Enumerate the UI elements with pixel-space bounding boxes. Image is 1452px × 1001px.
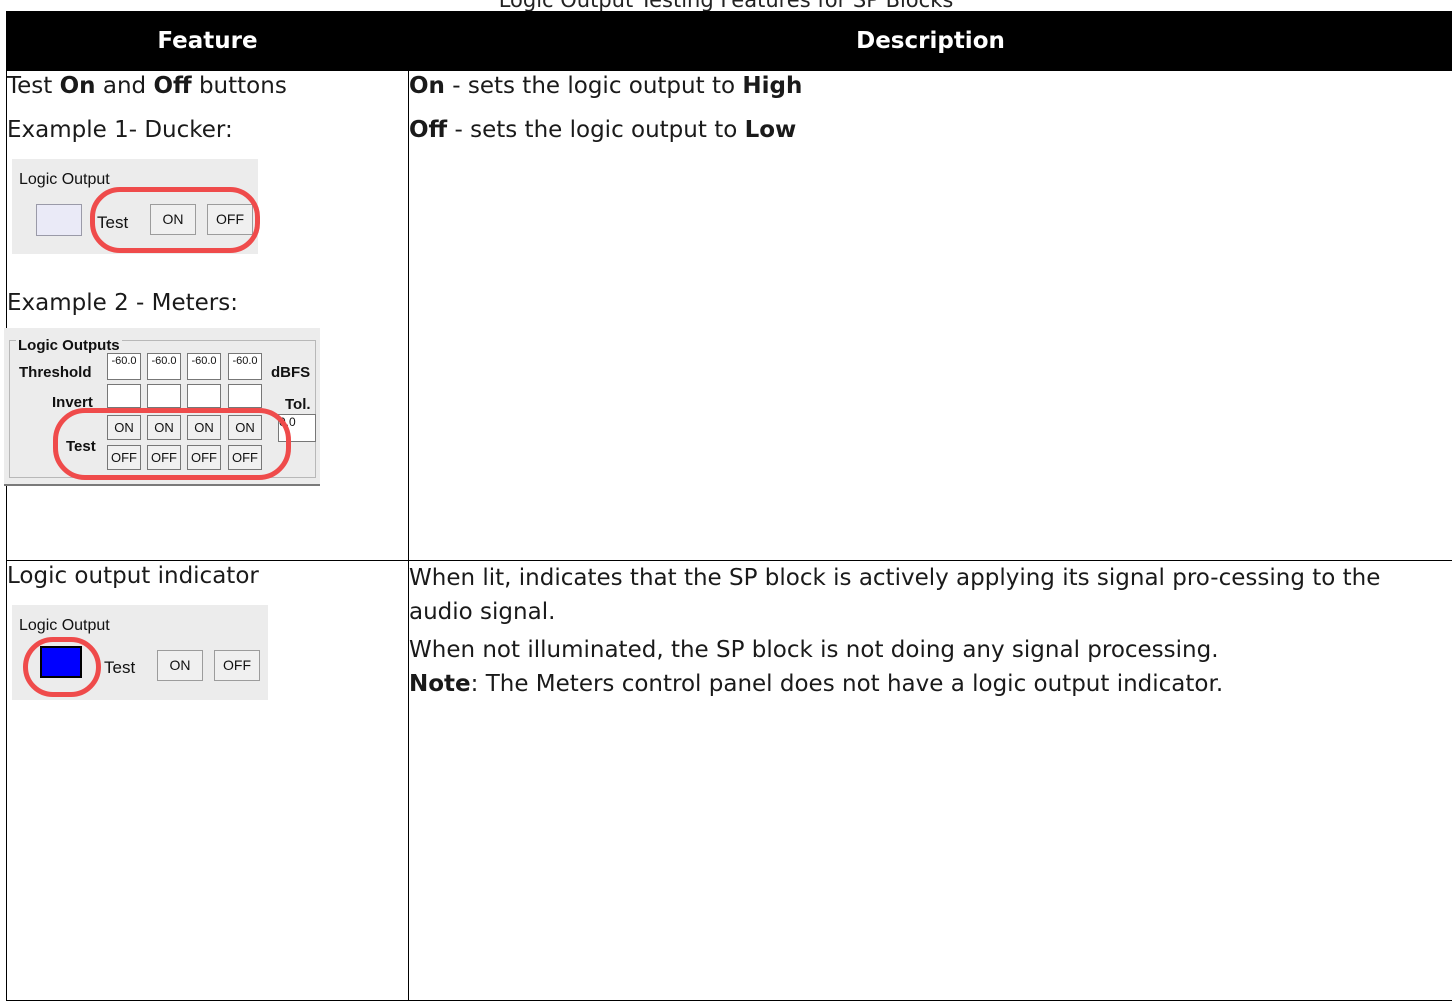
threshold-label: Threshold: [19, 358, 92, 388]
panel-title: Logic Outputs: [16, 331, 122, 361]
feature-title: Logic output indicator: [7, 561, 408, 591]
ducker-logic-output-panel: Logic Output Test ON OFF: [12, 159, 258, 254]
desc-off-line: Off - sets the logic output to Low: [409, 115, 1452, 145]
desc-paragraph-2: When not illuminated, the SP block is no…: [409, 635, 1452, 665]
logic-output-indicator: [36, 204, 82, 236]
highlight-ring: [90, 187, 260, 253]
example-2-label: Example 2 - Meters:: [7, 288, 408, 318]
invert-checkbox-1[interactable]: [107, 384, 141, 408]
header-feature: Feature: [7, 12, 409, 71]
feature-title: Test On and Off buttons: [7, 71, 408, 101]
threshold-input-3[interactable]: -60.0: [187, 353, 221, 380]
meters-logic-outputs-panel: Logic Outputs Threshold -60.0 -60.0 -60.…: [4, 328, 320, 486]
indicator-logic-output-panel: Logic Output Test ON OFF: [12, 605, 268, 700]
desc-on-line: On - sets the logic output to High: [409, 71, 1452, 101]
highlight-ring: [23, 637, 101, 697]
desc-paragraph-1: When lit, indicates that the SP block is…: [409, 561, 1389, 629]
invert-checkbox-2[interactable]: [147, 384, 181, 408]
table-header-row: Feature Description: [7, 12, 1452, 71]
test-label: Test: [104, 653, 135, 683]
description-cell: On - sets the logic output to High Off -…: [409, 71, 1452, 561]
threshold-input-4[interactable]: -60.0: [228, 353, 262, 380]
table-row: Test On and Off buttons Example 1- Ducke…: [7, 71, 1452, 561]
threshold-input-2[interactable]: -60.0: [147, 353, 181, 380]
table-row: Logic output indicator Logic Output Test…: [7, 561, 1452, 1001]
feature-cell: Test On and Off buttons Example 1- Ducke…: [7, 71, 409, 561]
test-on-button[interactable]: ON: [157, 650, 203, 681]
features-table: Feature Description Test On and Off butt…: [6, 11, 1452, 1001]
feature-cell: Logic output indicator Logic Output Test…: [7, 561, 409, 1001]
desc-note: Note: The Meters control panel does not …: [409, 669, 1452, 699]
invert-checkbox-3[interactable]: [187, 384, 221, 408]
threshold-input-1[interactable]: -60.0: [107, 353, 141, 380]
description-cell: When lit, indicates that the SP block is…: [409, 561, 1452, 1001]
header-description: Description: [409, 12, 1452, 71]
example-1-label: Example 1- Ducker:: [7, 115, 408, 145]
unit-label: dBFS: [271, 358, 310, 388]
panel-title: Logic Output: [19, 165, 110, 195]
invert-checkbox-4[interactable]: [228, 384, 262, 408]
test-off-button[interactable]: OFF: [214, 650, 260, 681]
highlight-ring: [53, 408, 291, 480]
